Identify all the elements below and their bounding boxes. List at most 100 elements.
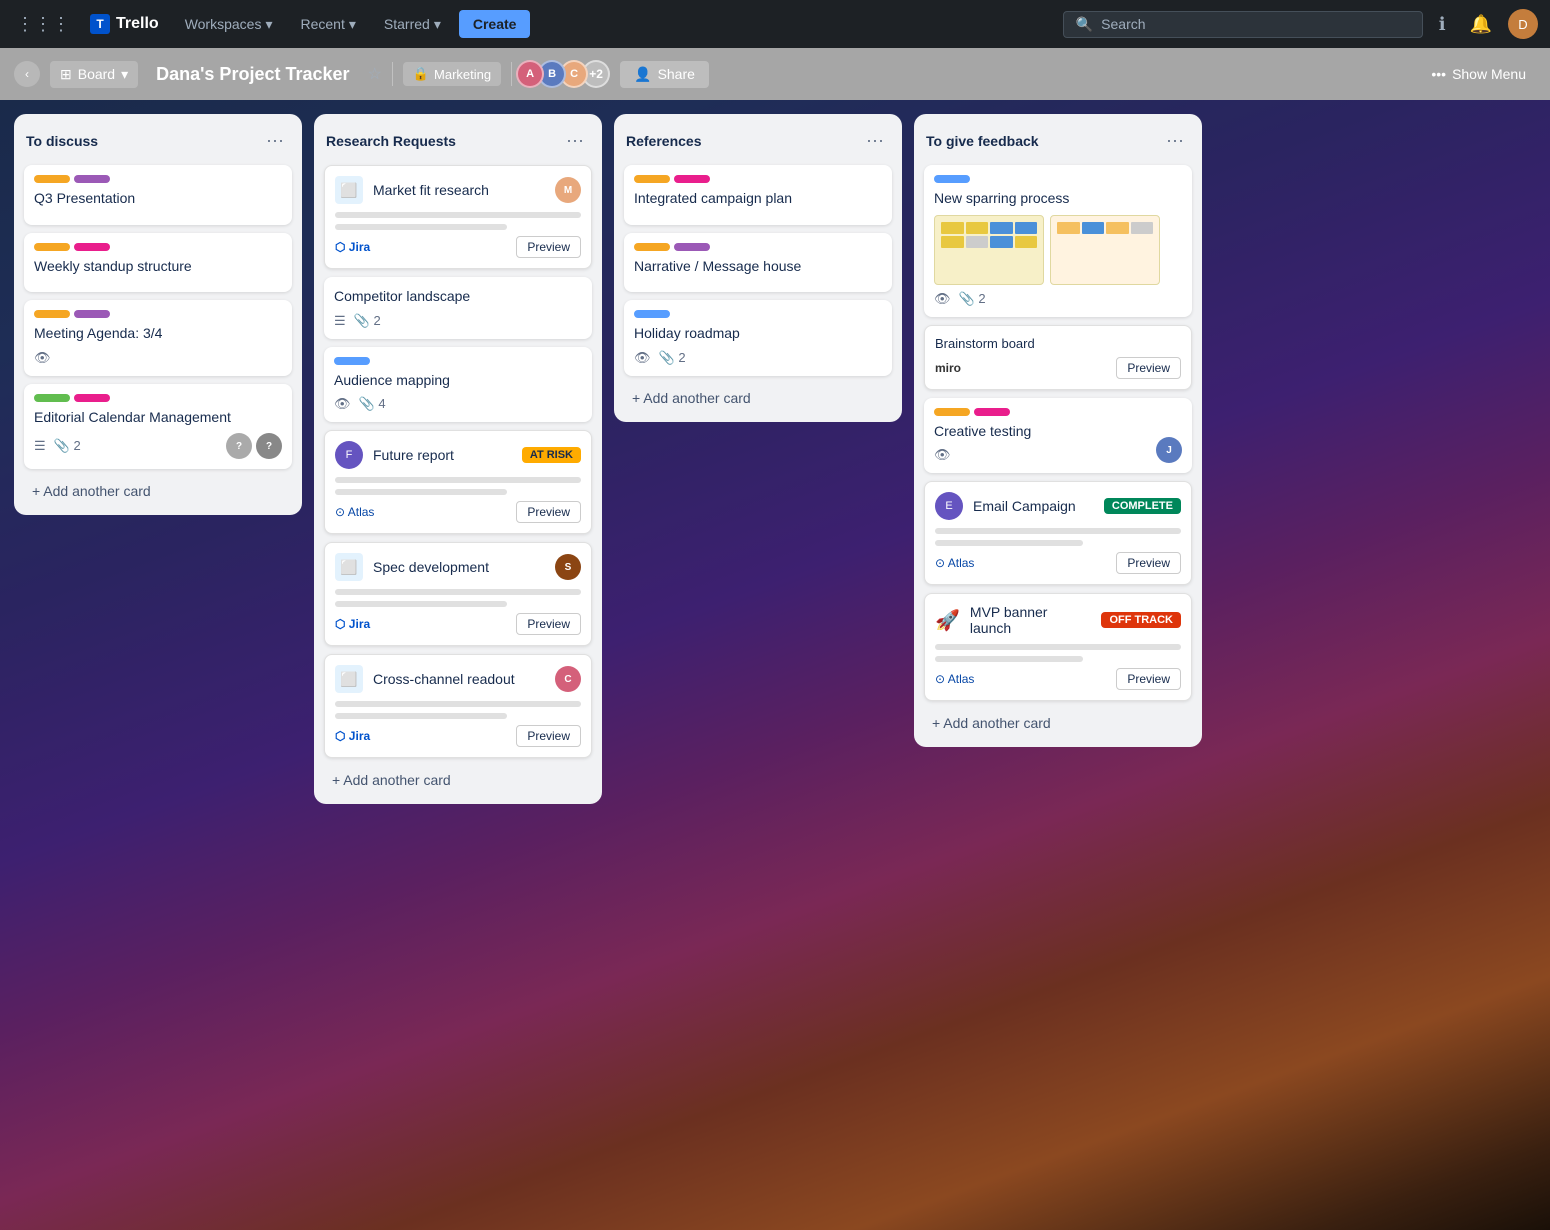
card[interactable]: Competitor landscape☰📎 2 [324,277,592,339]
card[interactable]: Q3 Presentation [24,165,292,225]
trello-logo[interactable]: T Trello [82,10,167,38]
column-header: To give feedback ··· [924,124,1192,157]
progress-bar-2 [935,540,1083,546]
column-title: Research Requests [326,133,456,149]
star-icon[interactable]: ☆ [368,64,382,84]
card-member-avatar: M [555,177,581,203]
card-footer: ☰📎 2 ? ? [34,433,282,459]
label [34,310,70,318]
jira-square-icon: ⬜ [335,176,363,204]
board-header: ‹ ⊞ Board ▾ Dana's Project Tracker ☆ 🔒 M… [0,48,1550,100]
attachment-icon: 📎 2 [959,291,986,307]
card[interactable]: Integrated campaign plan [624,165,892,225]
chevron-down-icon: ▾ [434,16,441,33]
progress-bar-2 [335,601,507,607]
avatar-1[interactable]: A [516,60,544,88]
user-avatar[interactable]: D [1508,9,1538,39]
eye-icon: 👁 [634,350,651,366]
card-int-header: 🚀 MVP banner launch OFF TRACK [935,604,1181,636]
search-input[interactable] [1101,16,1410,32]
label [34,394,70,402]
board-background: To discuss ··· Q3 Presentation Weekly sta… [0,100,1550,1230]
card-member-avatar: ? [226,433,252,459]
card-int-footer: ⊙ Atlas Preview [335,501,581,523]
card-labels [334,357,582,365]
dots-icon: ••• [1431,66,1446,82]
info-icon[interactable]: ℹ [1431,10,1454,39]
collapse-button[interactable]: ‹ [14,61,40,87]
preview-button[interactable]: Preview [516,236,581,258]
integration-card[interactable]: ⬜ Market fit research M ⬡ Jira Preview [324,165,592,269]
column-more-button[interactable]: ··· [260,128,290,153]
trello-logo-box: T [90,14,110,34]
add-card-button[interactable]: + Add another card [624,384,892,412]
attachment-icon: 📎 2 [354,313,381,329]
add-card-button[interactable]: + Add another card [324,766,592,794]
card-title: MVP banner launch [970,604,1092,636]
card-member-avatar: S [555,554,581,580]
card[interactable]: Holiday roadmap👁📎 2 [624,300,892,376]
board-title[interactable]: Dana's Project Tracker [148,60,357,89]
card-labels [34,175,282,183]
attachment-icon: 📎 2 [54,438,81,454]
trello-logo-text: Trello [116,15,159,33]
column-header: To discuss ··· [24,124,292,157]
workspaces-button[interactable]: Workspaces ▾ [175,10,283,39]
atlas-integration-card[interactable]: 🚀 MVP banner launch OFF TRACK ⊙ Atlas Pr… [924,593,1192,701]
card[interactable]: Weekly standup structure [24,233,292,293]
progress-bar [335,701,581,707]
share-button[interactable]: 👤 Share [620,61,709,88]
atlas-icon: ⊙ Atlas [935,672,974,686]
progress-bar [935,644,1181,650]
grid-icon[interactable]: ⋮⋮⋮ [12,10,74,39]
chevron-down-icon: ▾ [349,16,356,33]
notification-icon[interactable]: 🔔 [1462,10,1500,39]
workspace-tag[interactable]: 🔒 Marketing [403,62,501,86]
card-title: Integrated campaign plan [634,189,882,209]
card[interactable]: Meeting Agenda: 3/4👁 [24,300,292,376]
preview-button[interactable]: Preview [516,501,581,523]
divider [392,62,393,86]
card-labels [634,175,882,183]
preview-button[interactable]: Preview [516,725,581,747]
column-references: References ··· Integrated campaign plan N… [614,114,902,422]
label [74,175,110,183]
board-view-button[interactable]: ⊞ Board ▾ [50,61,138,88]
column-more-button[interactable]: ··· [560,128,590,153]
chevron-down-icon: ▾ [265,16,272,33]
search-box[interactable]: 🔍 [1063,11,1423,38]
show-menu-button[interactable]: ••• Show Menu [1421,61,1536,87]
integration-card[interactable]: ⬜ Cross-channel readout C ⬡ Jira Preview [324,654,592,758]
preview-button[interactable]: Preview [1116,357,1181,379]
preview-button[interactable]: Preview [1116,552,1181,574]
progress-bar-2 [335,489,507,495]
preview-button[interactable]: Preview [516,613,581,635]
eye-icon: 👁 [34,350,51,366]
starred-button[interactable]: Starred ▾ [374,10,451,39]
preview-button[interactable]: Preview [1116,668,1181,690]
integration-card[interactable]: ⬜ Spec development S ⬡ Jira Preview [324,542,592,646]
atlas-integration-card[interactable]: E Email Campaign COMPLETE ⊙ Atlas Previe… [924,481,1192,585]
column-research-requests: Research Requests ··· ⬜ Market fit resea… [314,114,602,804]
column-more-button[interactable]: ··· [1160,128,1190,153]
add-card-button[interactable]: + Add another card [24,477,292,505]
column-header: References ··· [624,124,892,157]
card[interactable]: Creative testing👁J [924,398,1192,474]
add-card-button[interactable]: + Add another card [924,709,1192,737]
progress-bar-2 [335,713,507,719]
column-more-button[interactable]: ··· [860,128,890,153]
share-icon: 👤 [634,66,651,83]
label [74,243,110,251]
card[interactable]: New sparring process [924,165,1192,317]
member-avatars: A B C +2 [522,60,610,88]
integration-card[interactable]: F Future report AT RISK ⊙ Atlas Preview [324,430,592,534]
jira-icon: ⬡ Jira [335,729,370,743]
card[interactable]: Narrative / Message house [624,233,892,293]
card[interactable]: Audience mapping👁📎 4 [324,347,592,423]
miro-integration-card[interactable]: Brainstorm board miro Preview [924,325,1192,390]
miro-thumbnails [934,215,1182,285]
card-int-header: F Future report AT RISK [335,441,581,469]
recent-button[interactable]: Recent ▾ [291,10,366,39]
create-button[interactable]: Create [459,10,531,38]
card[interactable]: Editorial Calendar Management☰📎 2 ? ? [24,384,292,470]
